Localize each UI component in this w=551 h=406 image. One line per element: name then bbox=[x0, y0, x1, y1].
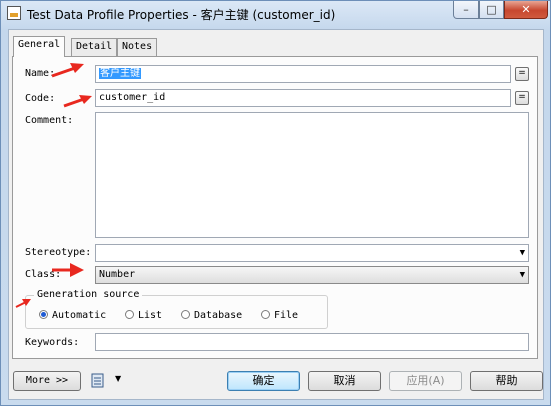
apply-button[interactable]: 应用(A) bbox=[389, 371, 462, 391]
app-icon bbox=[7, 6, 21, 20]
name-label: Name: bbox=[25, 68, 56, 79]
generation-source-label: Generation source bbox=[34, 289, 143, 300]
minimize-button[interactable]: – bbox=[453, 1, 479, 19]
tab-detail[interactable]: Detail bbox=[71, 38, 118, 56]
more-button[interactable]: More >> bbox=[13, 371, 81, 391]
class-label: Class: bbox=[25, 269, 62, 280]
ok-button[interactable]: 确定 bbox=[227, 371, 300, 391]
generation-source-group: Generation source Automatic List Databas… bbox=[25, 289, 328, 329]
help-button[interactable]: 帮助 bbox=[470, 371, 543, 391]
name-equals-button[interactable]: = bbox=[515, 67, 529, 81]
radio-database[interactable]: Database bbox=[181, 309, 242, 323]
dialog-body: General Detail Notes Name: 客户主键 = Code: … bbox=[8, 29, 544, 400]
code-label: Code: bbox=[25, 93, 56, 104]
radio-empty-icon bbox=[125, 310, 134, 319]
radio-automatic-label: Automatic bbox=[52, 310, 107, 321]
radio-database-label: Database bbox=[194, 310, 243, 321]
radio-list-label: List bbox=[138, 310, 163, 321]
stereotype-label: Stereotype: bbox=[25, 247, 92, 258]
comment-label: Comment: bbox=[25, 115, 74, 126]
radio-automatic[interactable]: Automatic bbox=[39, 309, 106, 323]
radio-file[interactable]: File bbox=[261, 309, 298, 323]
keywords-field[interactable] bbox=[95, 333, 529, 351]
chevron-down-icon: ▼ bbox=[519, 248, 525, 258]
radio-file-label: File bbox=[274, 310, 299, 321]
code-field[interactable]: customer_id bbox=[95, 89, 511, 107]
radio-empty-icon bbox=[181, 310, 190, 319]
radio-selected-icon bbox=[39, 310, 48, 319]
class-combo[interactable]: Number ▼ bbox=[95, 266, 529, 284]
general-panel: Name: 客户主键 = Code: customer_id = Comment… bbox=[12, 56, 538, 359]
maximize-button[interactable]: □ bbox=[479, 1, 504, 19]
comment-textarea[interactable] bbox=[95, 112, 529, 238]
cancel-button[interactable]: 取消 bbox=[308, 371, 381, 391]
name-field[interactable]: 客户主键 bbox=[95, 65, 511, 83]
tab-general[interactable]: General bbox=[13, 36, 66, 57]
stereotype-combo[interactable]: ▼ bbox=[95, 244, 529, 262]
keywords-label: Keywords: bbox=[25, 337, 80, 348]
tab-notes[interactable]: Notes bbox=[117, 38, 158, 56]
chevron-down-icon[interactable]: ▼ bbox=[115, 374, 121, 383]
close-button[interactable]: ✕ bbox=[504, 1, 548, 19]
toolbox-icon[interactable] bbox=[91, 372, 107, 388]
name-value: 客户主键 bbox=[99, 68, 141, 79]
code-equals-button[interactable]: = bbox=[515, 91, 529, 105]
window-title: Test Data Profile Properties - 客户主键 (cus… bbox=[27, 8, 336, 22]
chevron-down-icon: ▼ bbox=[519, 270, 525, 280]
radio-list[interactable]: List bbox=[125, 309, 162, 323]
class-value: Number bbox=[99, 269, 136, 280]
radio-empty-icon bbox=[261, 310, 270, 319]
title-bar[interactable]: Test Data Profile Properties - 客户主键 (cus… bbox=[1, 1, 550, 27]
properties-window: Test Data Profile Properties - 客户主键 (cus… bbox=[0, 0, 551, 406]
